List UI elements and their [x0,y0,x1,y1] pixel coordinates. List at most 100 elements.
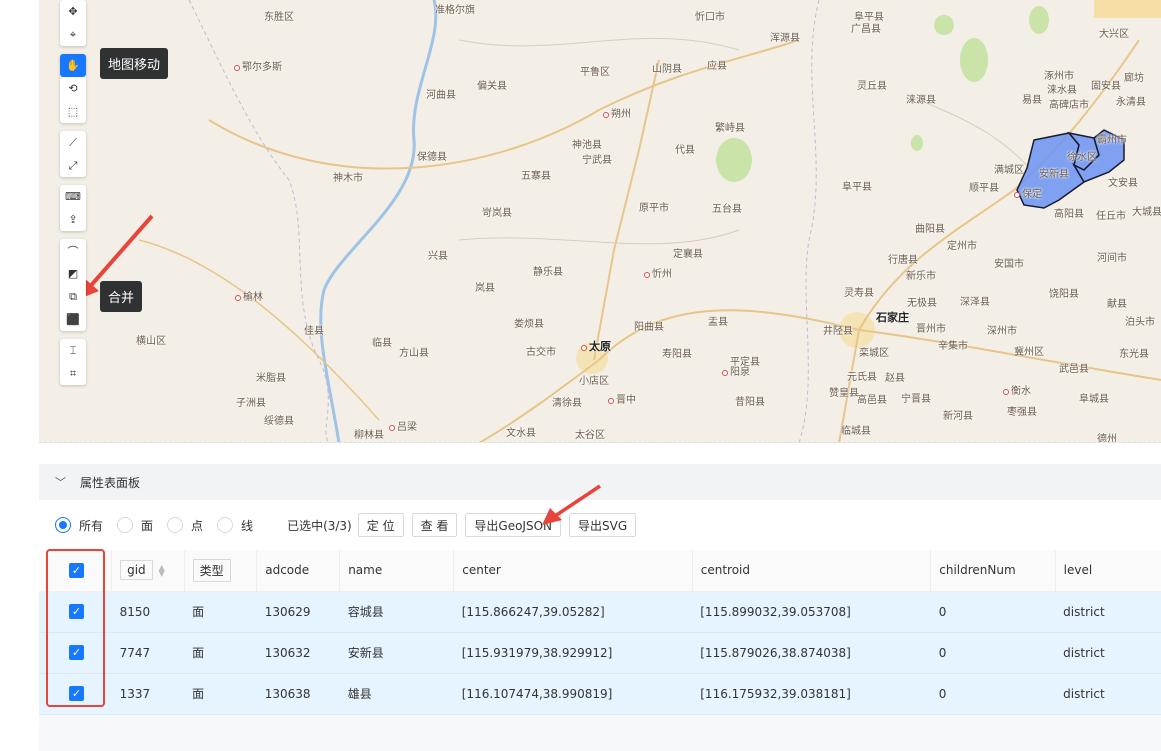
upload-icon: ⇪ [68,213,78,226]
curve-button[interactable]: ⌒ [60,239,86,262]
map-label: 广昌县 [851,20,881,35]
column-header-gid[interactable]: gid ▲ ▼ [111,550,185,592]
map-label: 灵寿县 [844,284,874,299]
pan-cross-icon: ✥ [68,5,78,18]
table-cell: district [1055,591,1161,633]
map-label: 横山区 [136,332,166,347]
row-select-cell[interactable]: ✓ [39,673,112,715]
locate-button[interactable]: 定 位 [357,513,404,537]
radio-circle[interactable] [55,517,71,533]
column-header-adcode[interactable]: adcode [256,550,340,592]
map-label: 石家庄 [876,309,909,325]
map-label: 顺平县 [969,179,999,194]
select-all-checkbox[interactable]: ✓ [69,562,84,578]
map-label: 永清县 [1116,93,1146,108]
draw-line-button[interactable]: ⟋ [60,131,86,154]
map-label-text: 涞源县 [906,95,936,106]
map-toolbar: ✥ ⌖ ✋ ⟲ ⬚ ⟋ ⤢ ⌨ ⇪ ⌒ ◩ ⧉ ⬛ ⌶ ⌗ [60,0,86,393]
column-header-label: gid [120,560,153,581]
terminal-icon: ⌨ [65,190,81,203]
row-select-cell[interactable]: ✓ [39,591,112,633]
rect-select-icon: ⬚ [67,105,79,118]
column-header-centroid[interactable]: centroid [691,550,931,592]
map-label: 河间市 [1097,249,1127,264]
filter-radio[interactable]: 点 [167,517,203,534]
map-label: 晋中 [608,391,636,406]
table-cell: 0 [930,632,1056,674]
split-button[interactable]: ⌶ [60,339,86,362]
radio-circle[interactable] [117,517,134,533]
city-marker-icon [644,272,650,278]
map-label: 太谷区 [575,426,605,441]
table-row[interactable]: ✓ 7747 面 130632 安新县 [115.931979,38.929912] [11… [39,632,1161,674]
map-label: 徐水区 [1067,148,1097,163]
lasso-select-button[interactable]: ⟲ [60,77,86,100]
radio-circle[interactable] [217,517,234,533]
draw-polyline-icon: ⤢ [68,158,78,172]
table-cell: district [1055,632,1161,674]
column-header-center[interactable]: center [453,550,693,592]
map-label-text: 临城县 [841,426,871,437]
map-label: 德州 [1097,430,1117,442]
annotation-arrow-export [542,484,601,525]
map-label-text: 子洲县 [236,398,266,409]
copy-layer-button[interactable]: ⧉ [60,285,86,308]
hand-pan-button[interactable]: ✋ [60,54,86,77]
column-header-childrennum[interactable]: childrenNum [930,550,1056,592]
pan-cross-button[interactable]: ✥ [60,0,86,23]
upload-button[interactable]: ⇪ [60,208,86,231]
row-select-cell[interactable]: ✓ [39,632,112,674]
map-canvas[interactable]: 东胜区 准格尔旗 忻口市 阜平县 广昌县 浑源县 鄂尔多斯 河曲县 偏关县 平鲁区 山阴县 应县 灵丘县… [39,0,1161,443]
chevron-down-icon[interactable]: ﹀ [55,474,66,490]
map-label: 枣强县 [1007,403,1037,418]
map-label: 井陉县 [823,322,853,337]
map-label-text: 深泽县 [960,297,990,308]
table-row[interactable]: ✓ 1337 面 130638 雄县 [116.107474,38.990819] [116… [39,673,1161,715]
radio-circle[interactable] [167,517,184,533]
filter-label: 面 [141,518,154,533]
map-label: 应县 [707,57,727,72]
row-checkbox[interactable]: ✓ [69,604,84,619]
column-header-label: center [462,563,501,578]
column-header-level[interactable]: level [1054,550,1161,592]
boundary [798,0,820,442]
sort-icon[interactable]: ▲ ▼ [159,563,165,577]
terminal-button[interactable]: ⌨ [60,185,86,208]
map-label-text: 清徐县 [552,398,582,409]
map-label-text: 泊头市 [1125,317,1155,328]
attribute-table: ✓ gid ▲ ▼ 类型 adcode name center centroid children… [39,550,1161,715]
row-checkbox[interactable]: ✓ [69,686,84,701]
toolbar-group: ⌨ ⇪ [60,185,86,231]
toolbar-group: ⟋ ⤢ [60,131,86,177]
draw-polyline-button[interactable]: ⤢ [60,154,86,177]
filter-radio[interactable]: 线 [217,517,253,534]
map-label: 临县 [372,334,392,349]
difference-button[interactable]: ⬛ [60,308,86,331]
map-label: 灵丘县 [857,77,887,92]
geometry-filter-group: 所有 面 点 线 [55,517,267,534]
merge-button[interactable]: ◩ [60,262,86,285]
view-button[interactable]: 查 看 [411,513,458,537]
table-row[interactable]: ✓ 8150 面 130629 容城县 [115.866247,39.05282] [115… [39,591,1161,633]
column-header-name[interactable]: name [339,550,454,592]
select-all-cell[interactable]: ✓ [39,550,112,592]
map-label-text: 冀州区 [1014,347,1044,358]
table-cell: [116.175932,39.038181] [692,673,931,715]
filter-radio[interactable]: 所有 [55,517,103,534]
map-label: 曲阳县 [915,220,945,235]
map-label-text: 廊坊 [1124,73,1144,84]
zoom-extent-button[interactable]: ⌖ [60,23,86,46]
filter-radio[interactable]: 面 [117,517,153,534]
crop-button[interactable]: ⌗ [60,362,86,385]
table-cell: 0 [930,673,1056,715]
column-header-类型[interactable]: 类型 [183,550,257,592]
map-label-text: 榆林 [243,292,263,303]
rect-select-button[interactable]: ⬚ [60,100,86,123]
map-label: 安新县 [1039,165,1069,180]
row-checkbox[interactable]: ✓ [69,645,84,660]
table-cell: 面 [184,591,257,633]
map-label-text: 大城县 [1132,207,1161,218]
map-label-text: 高阳县 [1054,209,1084,220]
map-label: 子洲县 [236,394,266,409]
table-header-row: ✓ gid ▲ ▼ 类型 adcode name center centroid children… [39,550,1161,592]
